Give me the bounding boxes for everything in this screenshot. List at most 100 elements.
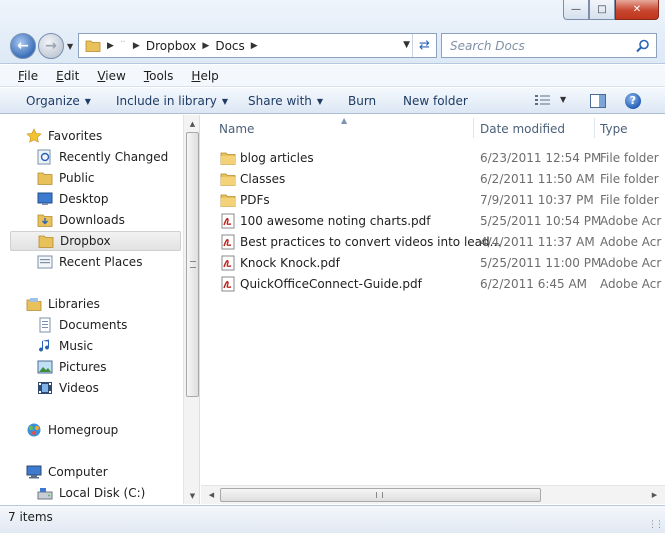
scroll-right-arrow-icon[interactable]: ▶ <box>646 486 663 504</box>
column-date-modified[interactable]: Date modified <box>480 122 565 136</box>
nav-music[interactable]: Music <box>37 336 93 356</box>
table-row[interactable]: Classes 6/2/2011 11:50 AM File folder <box>201 169 665 190</box>
breadcrumb-docs[interactable]: Docs <box>215 39 244 53</box>
forward-button[interactable]: → <box>38 33 64 59</box>
address-history-dropdown[interactable]: ▼ <box>403 40 410 50</box>
breadcrumb-separator[interactable]: ▶ <box>251 41 258 51</box>
organize-button[interactable]: Organize ▼ <box>26 94 91 108</box>
scroll-up-arrow-icon[interactable]: ▲ <box>184 115 199 132</box>
include-in-library-label: Include in library <box>116 94 217 108</box>
nav-recently-changed[interactable]: Recently Changed <box>37 147 168 167</box>
pictures-icon <box>37 360 53 374</box>
menu-edit[interactable]: Edit <box>56 69 79 83</box>
close-icon: ✕ <box>632 4 642 15</box>
star-icon <box>26 128 42 143</box>
breadcrumb-separator[interactable]: ▶ <box>133 41 140 51</box>
nav-documents[interactable]: Documents <box>37 315 127 335</box>
file-type: Adobe Acr <box>600 235 662 249</box>
breadcrumb-separator[interactable]: ▶ <box>202 41 209 51</box>
search-input[interactable]: Search Docs <box>450 39 525 53</box>
share-with-label: Share with <box>248 94 312 108</box>
breadcrumb-separator[interactable]: ▶ <box>107 41 114 51</box>
view-options-dropdown[interactable]: ▼ <box>560 95 566 104</box>
close-button[interactable]: ✕ <box>615 0 659 20</box>
include-in-library-button[interactable]: Include in library ▼ <box>116 94 228 108</box>
nav-scroll-thumb[interactable] <box>186 132 199 397</box>
help-button[interactable]: ? <box>625 93 641 109</box>
file-type: File folder <box>600 151 659 165</box>
desktop-icon <box>37 192 53 205</box>
file-name: blog articles <box>240 151 314 165</box>
chevron-down-icon: ▼ <box>316 97 324 106</box>
menu-help[interactable]: Help <box>191 69 218 83</box>
resize-grip-icon[interactable]: ⋮⋮ <box>648 520 664 530</box>
pdf-icon <box>221 234 235 250</box>
burn-button[interactable]: Burn <box>348 94 376 108</box>
homegroup-icon <box>27 423 41 437</box>
nav-videos-label: Videos <box>59 381 99 395</box>
folder-icon <box>220 173 236 186</box>
grip-icon <box>190 261 196 268</box>
nav-libraries[interactable]: Libraries <box>26 294 100 314</box>
minimize-icon: — <box>571 4 581 15</box>
sort-ascending-icon: ▲ <box>341 116 348 125</box>
nav-pictures[interactable]: Pictures <box>37 357 107 377</box>
nav-public[interactable]: Public <box>37 168 95 188</box>
file-date: 5/25/2011 10:54 PM <box>480 214 602 228</box>
item-count: 7 items <box>8 510 53 524</box>
refresh-button[interactable]: ⇄ <box>412 34 436 57</box>
table-row[interactable]: blog articles 6/23/2011 12:54 PM File fo… <box>201 148 665 169</box>
nav-pane-scrollbar[interactable]: ▲ ▼ <box>183 115 199 504</box>
arrow-left-icon: ← <box>17 38 29 54</box>
share-with-button[interactable]: Share with ▼ <box>248 94 323 108</box>
nav-downloads[interactable]: Downloads <box>37 210 125 230</box>
nav-recently-changed-label: Recently Changed <box>59 150 169 164</box>
organize-label: Organize <box>26 94 80 108</box>
column-type[interactable]: Type <box>600 122 628 136</box>
table-row[interactable]: Best practices to convert videos into le… <box>201 232 665 253</box>
address-bar[interactable]: ▶ ¨ ▶ Dropbox ▶ Docs ▶ ▼ ⇄ <box>78 33 437 58</box>
title-bar: — □ ✕ ← → ▼ ▶ ¨ ▶ Dropbox ▶ Docs ▶ ▼ ⇄ S… <box>0 0 665 64</box>
column-separator[interactable] <box>594 118 595 138</box>
preview-pane-icon[interactable] <box>590 93 606 109</box>
nav-recent-places-label: Recent Places <box>59 255 143 269</box>
scroll-down-arrow-icon[interactable]: ▼ <box>184 487 199 504</box>
change-view-icon[interactable] <box>534 94 552 108</box>
nav-dropbox[interactable]: Dropbox <box>10 231 181 251</box>
menu-tools[interactable]: Tools <box>144 69 174 83</box>
menu-view[interactable]: View <box>97 69 125 83</box>
nav-documents-label: Documents <box>59 318 128 332</box>
folder-icon <box>220 194 236 207</box>
table-row[interactable]: QuickOfficeConnect-Guide.pdf 6/2/2011 6:… <box>201 274 665 295</box>
nav-favorites[interactable]: Favorites <box>26 126 102 146</box>
minimize-button[interactable]: — <box>563 0 589 20</box>
nav-desktop[interactable]: Desktop <box>37 189 109 209</box>
nav-recent-places[interactable]: Recent Places <box>37 252 142 272</box>
horizontal-scroll-thumb[interactable] <box>220 488 541 502</box>
maximize-button[interactable]: □ <box>589 0 615 20</box>
back-button[interactable]: ← <box>10 33 36 59</box>
chevron-down-icon: ▼ <box>221 97 229 106</box>
recent-search-icon <box>37 149 51 165</box>
nav-local-disk[interactable]: Local Disk (C:) <box>37 483 145 503</box>
search-box[interactable]: Search Docs <box>441 33 657 58</box>
search-icon[interactable] <box>636 39 650 53</box>
nav-homegroup[interactable]: Homegroup <box>26 420 118 440</box>
file-list-horizontal-scrollbar[interactable]: ◀ ▶ <box>201 485 665 504</box>
table-row[interactable]: PDFs 7/9/2011 10:37 PM File folder <box>201 190 665 211</box>
menu-file[interactable]: File <box>18 69 38 83</box>
nav-music-label: Music <box>59 339 94 353</box>
column-separator[interactable] <box>473 118 474 138</box>
nav-videos[interactable]: Videos <box>37 378 99 398</box>
scroll-left-arrow-icon[interactable]: ◀ <box>203 486 220 504</box>
pdf-icon <box>221 255 235 271</box>
table-row[interactable]: Knock Knock.pdf 5/25/2011 11:00 PM Adobe… <box>201 253 665 274</box>
table-row[interactable]: 100 awesome noting charts.pdf 5/25/2011 … <box>201 211 665 232</box>
recent-pages-dropdown[interactable]: ▼ <box>67 42 73 51</box>
column-name[interactable]: Name <box>219 122 254 136</box>
nav-computer[interactable]: Computer <box>26 462 108 482</box>
nav-computer-label: Computer <box>48 465 108 479</box>
new-folder-button[interactable]: New folder <box>403 94 468 108</box>
breadcrumb-dropbox[interactable]: Dropbox <box>146 39 197 53</box>
breadcrumb-hidden-segment[interactable]: ¨ <box>120 39 127 53</box>
